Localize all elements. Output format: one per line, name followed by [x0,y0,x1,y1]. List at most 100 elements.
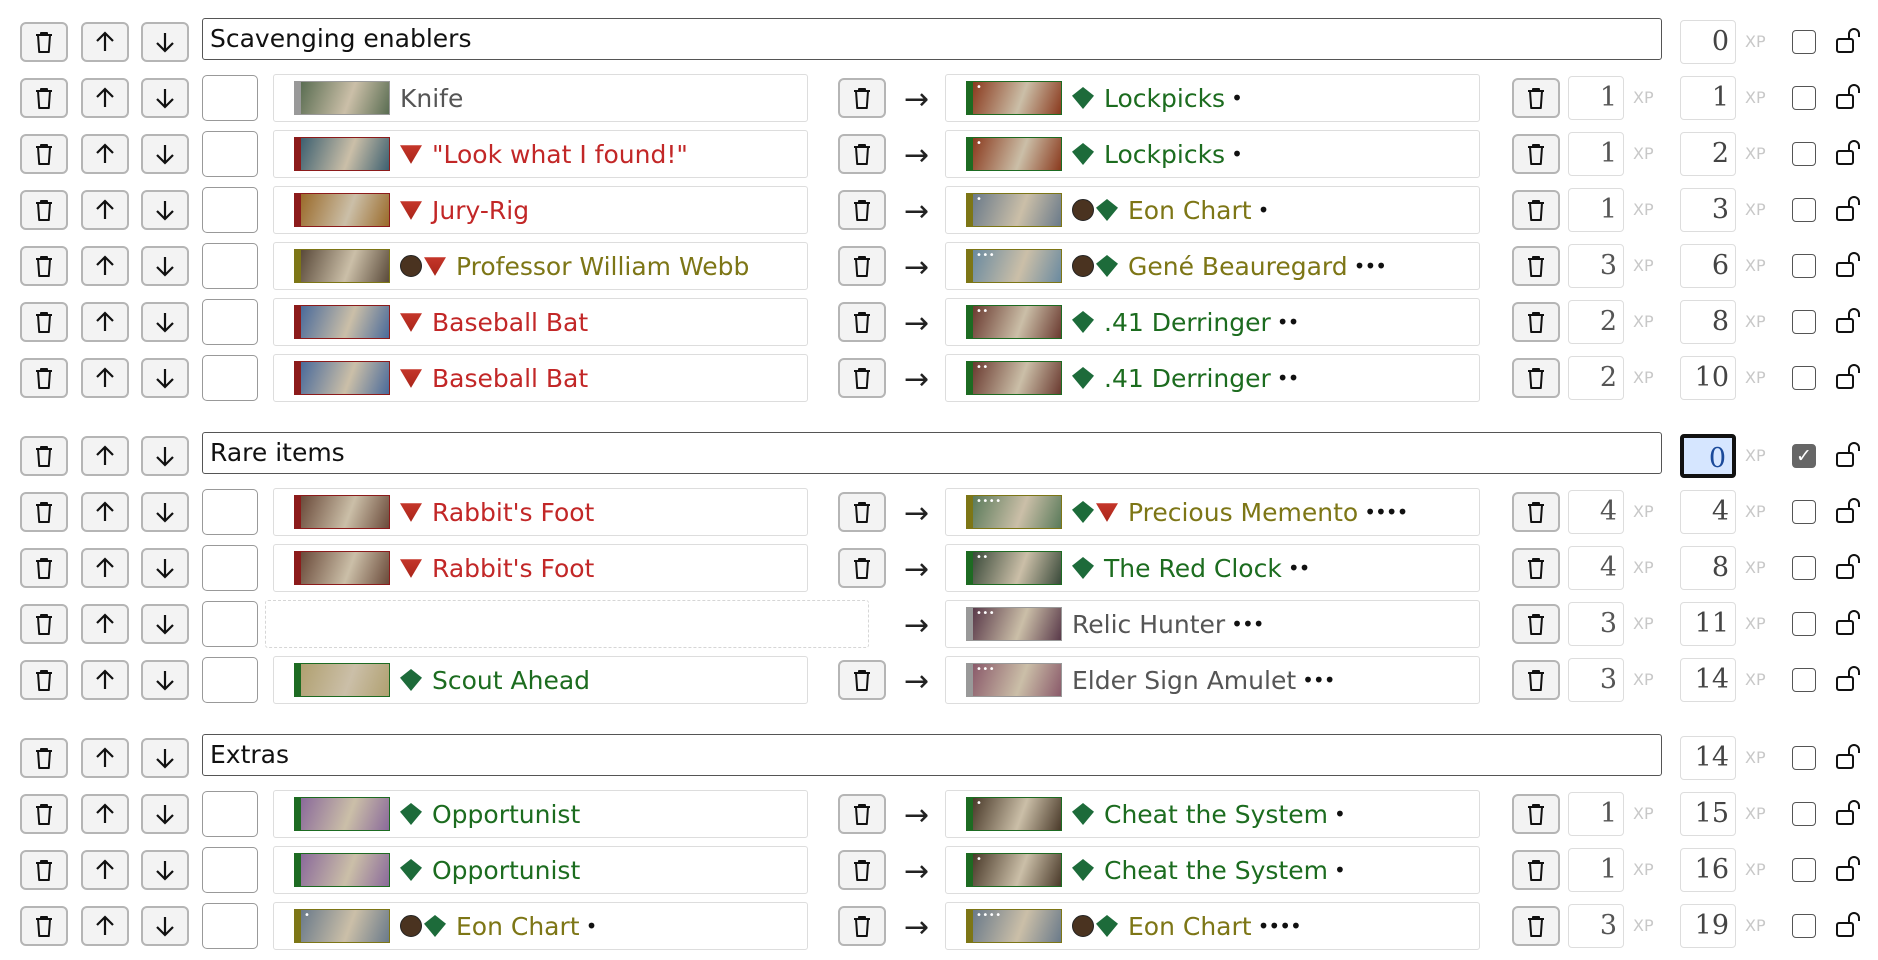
group-title-input[interactable]: Rare items [202,432,1662,474]
row-note-box[interactable] [202,131,258,177]
row-note-box[interactable] [202,847,258,893]
move-down-button[interactable] [141,660,189,700]
row-xp-cost[interactable]: 4 [1568,490,1624,534]
remove-to-card-button[interactable] [1512,302,1560,342]
to-card[interactable]: ••• Relic Hunter ••• [945,600,1480,648]
row-checkbox[interactable] [1792,142,1816,166]
lock-icon[interactable] [1834,28,1862,58]
row-checkbox[interactable] [1792,858,1816,882]
row-checkbox[interactable] [1792,310,1816,334]
row-xp-cost[interactable]: 3 [1568,904,1624,948]
delete-row-button[interactable] [20,302,68,342]
row-note-box[interactable] [202,187,258,233]
move-down-button[interactable] [141,190,189,230]
group-xp-total[interactable]: 14 [1680,736,1736,780]
group-checkbox[interactable] [1792,746,1816,770]
move-down-button[interactable] [141,436,189,476]
remove-to-card-button[interactable] [1512,906,1560,946]
row-xp-cost[interactable]: 1 [1568,132,1624,176]
move-up-button[interactable] [81,190,129,230]
row-xp-cost[interactable]: 1 [1568,848,1624,892]
remove-to-card-button[interactable] [1512,190,1560,230]
delete-row-button[interactable] [20,246,68,286]
move-down-button[interactable] [141,22,189,62]
delete-row-button[interactable] [20,906,68,946]
move-up-button[interactable] [81,22,129,62]
delete-row-button[interactable] [20,78,68,118]
row-checkbox[interactable] [1792,366,1816,390]
row-xp-cost[interactable]: 3 [1568,602,1624,646]
lock-icon[interactable] [1834,308,1862,338]
delete-row-button[interactable] [20,190,68,230]
from-card[interactable]: Opportunist [273,790,808,838]
move-down-button[interactable] [141,492,189,532]
delete-row-button[interactable] [20,604,68,644]
from-card[interactable]: Jury-Rig [273,186,808,234]
move-up-button[interactable] [81,134,129,174]
remove-to-card-button[interactable] [1512,134,1560,174]
lock-icon[interactable] [1834,912,1862,942]
move-up-button[interactable] [81,738,129,778]
row-note-box[interactable] [202,75,258,121]
row-xp-total[interactable]: 10 [1680,356,1736,400]
move-up-button[interactable] [81,604,129,644]
remove-to-card-button[interactable] [1512,492,1560,532]
row-xp-cost[interactable]: 3 [1568,244,1624,288]
group-checkbox[interactable]: ✓ [1792,444,1816,468]
move-up-button[interactable] [81,794,129,834]
from-card[interactable]: • Eon Chart • [273,902,808,950]
move-up-button[interactable] [81,78,129,118]
row-checkbox[interactable] [1792,612,1816,636]
row-xp-total[interactable]: 19 [1680,904,1736,948]
to-card[interactable]: •• .41 Derringer •• [945,298,1480,346]
lock-icon[interactable] [1834,554,1862,584]
move-up-button[interactable] [81,492,129,532]
remove-to-card-button[interactable] [1512,548,1560,588]
remove-from-card-button[interactable] [838,302,886,342]
from-card[interactable]: "Look what I found!" [273,130,808,178]
move-up-button[interactable] [81,246,129,286]
delete-row-button[interactable] [20,492,68,532]
delete-group-button[interactable] [20,738,68,778]
row-note-box[interactable] [202,903,258,949]
row-xp-total[interactable]: 3 [1680,188,1736,232]
empty-card-slot[interactable] [265,600,869,648]
row-xp-total[interactable]: 8 [1680,546,1736,590]
delete-row-button[interactable] [20,358,68,398]
lock-icon[interactable] [1834,666,1862,696]
move-up-button[interactable] [81,358,129,398]
row-checkbox[interactable] [1792,198,1816,222]
move-down-button[interactable] [141,358,189,398]
remove-from-card-button[interactable] [838,358,886,398]
move-down-button[interactable] [141,738,189,778]
move-up-button[interactable] [81,660,129,700]
remove-from-card-button[interactable] [838,78,886,118]
lock-icon[interactable] [1834,442,1862,472]
row-checkbox[interactable] [1792,668,1816,692]
delete-group-button[interactable] [20,436,68,476]
remove-from-card-button[interactable] [838,190,886,230]
lock-icon[interactable] [1834,140,1862,170]
row-xp-cost[interactable]: 1 [1568,792,1624,836]
row-xp-total[interactable]: 11 [1680,602,1736,646]
move-up-button[interactable] [81,548,129,588]
move-down-button[interactable] [141,548,189,588]
row-note-box[interactable] [202,243,258,289]
remove-from-card-button[interactable] [838,246,886,286]
lock-icon[interactable] [1834,610,1862,640]
from-card[interactable]: Rabbit's Foot [273,488,808,536]
move-down-button[interactable] [141,302,189,342]
remove-to-card-button[interactable] [1512,850,1560,890]
lock-icon[interactable] [1834,84,1862,114]
to-card[interactable]: • Cheat the System • [945,846,1480,894]
from-card[interactable]: Baseball Bat [273,354,808,402]
row-checkbox[interactable] [1792,802,1816,826]
delete-group-button[interactable] [20,22,68,62]
lock-icon[interactable] [1834,800,1862,830]
to-card[interactable]: •••• Eon Chart •••• [945,902,1480,950]
row-note-box[interactable] [202,657,258,703]
move-down-button[interactable] [141,850,189,890]
remove-to-card-button[interactable] [1512,604,1560,644]
delete-row-button[interactable] [20,548,68,588]
row-xp-cost[interactable]: 3 [1568,658,1624,702]
